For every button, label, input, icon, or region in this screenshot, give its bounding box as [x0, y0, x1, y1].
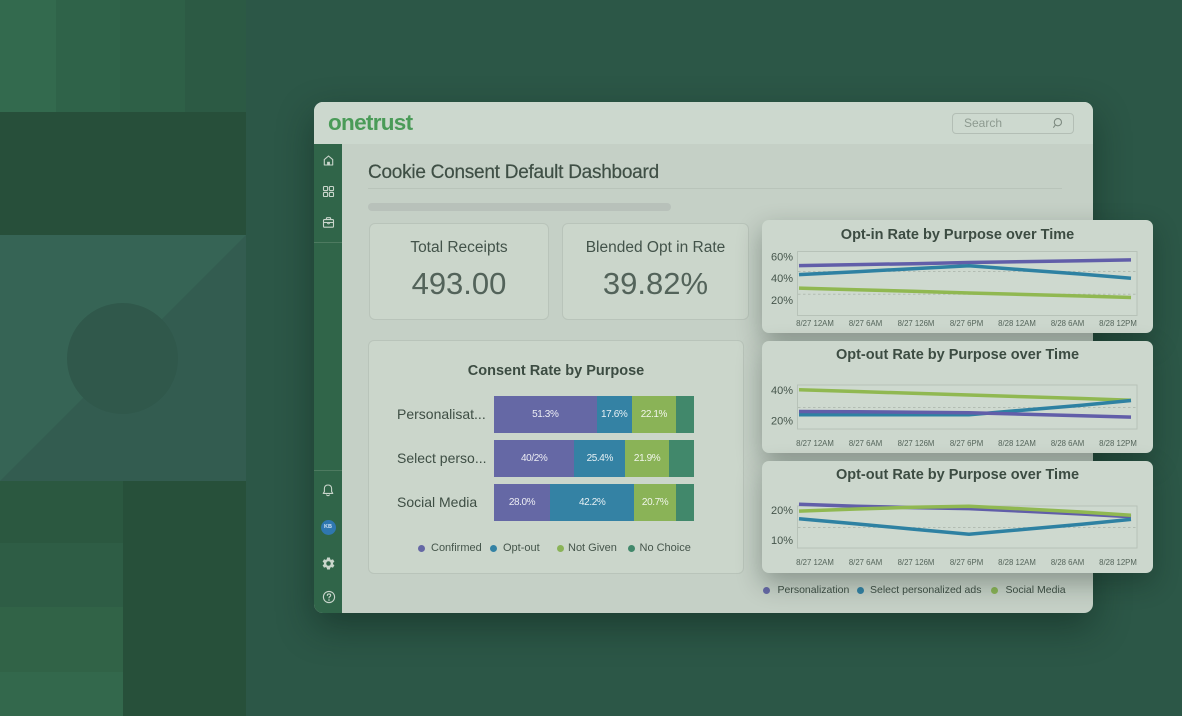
svg-text:8/28 6AM: 8/28 6AM — [1051, 439, 1084, 448]
svg-text:40%: 40% — [771, 385, 793, 397]
svg-text:8/27 126M: 8/27 126M — [898, 319, 935, 328]
svg-text:8/28 6AM: 8/28 6AM — [1051, 558, 1084, 567]
svg-text:8/27 6AM: 8/27 6AM — [849, 558, 882, 567]
svg-text:8/28 12PM: 8/28 12PM — [1099, 558, 1137, 567]
svg-text:8/27 6PM: 8/27 6PM — [950, 439, 983, 448]
svg-text:8/27 6PM: 8/27 6PM — [950, 319, 983, 328]
svg-text:8/28 6AM: 8/28 6AM — [1051, 319, 1084, 328]
svg-text:8/27 6AM: 8/27 6AM — [849, 319, 882, 328]
svg-text:10%: 10% — [771, 535, 793, 547]
svg-text:8/28 12PM: 8/28 12PM — [1099, 439, 1137, 448]
svg-text:8/28 12AM: 8/28 12AM — [998, 558, 1036, 567]
svg-text:40%: 40% — [771, 273, 793, 285]
svg-text:20%: 20% — [771, 505, 793, 517]
svg-text:8/28 12AM: 8/28 12AM — [998, 319, 1036, 328]
svg-text:8/27 12AM: 8/27 12AM — [796, 558, 834, 567]
svg-text:60%: 60% — [771, 251, 793, 263]
svg-text:8/27 6PM: 8/27 6PM — [950, 558, 983, 567]
svg-text:8/27 126M: 8/27 126M — [898, 439, 935, 448]
svg-text:8/28 12PM: 8/28 12PM — [1099, 319, 1137, 328]
svg-text:20%: 20% — [771, 295, 793, 307]
svg-text:8/27 6AM: 8/27 6AM — [849, 439, 882, 448]
svg-text:20%: 20% — [771, 415, 793, 427]
svg-text:8/27 12AM: 8/27 12AM — [796, 439, 834, 448]
svg-text:8/27 126M: 8/27 126M — [898, 558, 935, 567]
svg-text:8/28 12AM: 8/28 12AM — [998, 439, 1036, 448]
svg-text:8/27 12AM: 8/27 12AM — [796, 319, 834, 328]
